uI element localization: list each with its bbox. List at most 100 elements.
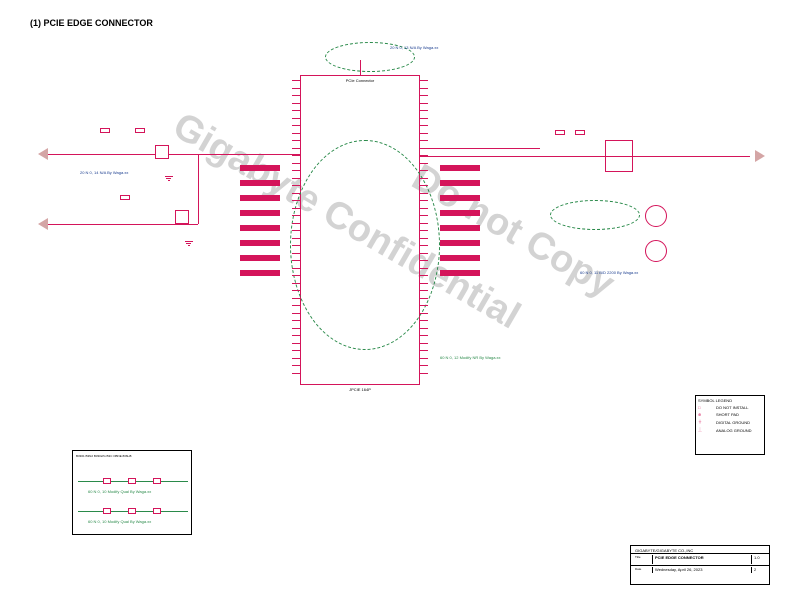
tb-docname: PCIE EDGE CONNECTOR bbox=[653, 555, 752, 564]
pin-left-4 bbox=[292, 110, 300, 111]
pin-left-29 bbox=[292, 298, 300, 299]
bus-r4 bbox=[440, 210, 480, 216]
legend-sym-0: □ bbox=[698, 405, 713, 410]
pin-left-6 bbox=[292, 125, 300, 126]
comp-left-4 bbox=[120, 195, 130, 200]
pin-left-33 bbox=[292, 328, 300, 329]
bus-l7 bbox=[240, 255, 280, 261]
pin-left-7 bbox=[292, 133, 300, 134]
comp-right-2 bbox=[575, 130, 585, 135]
pin-right-13 bbox=[420, 178, 428, 179]
comp-right-1 bbox=[555, 130, 565, 135]
sub-header: B3301 B3N2 B3302/G B3C OBNE 806H8 bbox=[76, 454, 131, 458]
pin-left-36 bbox=[292, 350, 300, 351]
pin-right-22 bbox=[420, 245, 428, 246]
pin-left-26 bbox=[292, 275, 300, 276]
pin-right-33 bbox=[420, 328, 428, 329]
subcircuit-box: B3301 B3N2 B3302/G B3C OBNE 806H8 60 N 0… bbox=[72, 450, 192, 535]
comp-left-1 bbox=[100, 128, 110, 133]
pin-left-3 bbox=[292, 103, 300, 104]
pin-left-31 bbox=[292, 313, 300, 314]
pin-right-34 bbox=[420, 335, 428, 336]
bus-r1 bbox=[440, 165, 480, 171]
pin-right-32 bbox=[420, 320, 428, 321]
pin-left-12 bbox=[292, 170, 300, 171]
pin-right-8 bbox=[420, 140, 428, 141]
bus-r7 bbox=[440, 255, 480, 261]
pin-left-17 bbox=[292, 208, 300, 209]
comp-left-5 bbox=[175, 210, 189, 224]
pin-right-21 bbox=[420, 238, 428, 239]
pin-right-12 bbox=[420, 170, 428, 171]
pin-left-10 bbox=[292, 155, 300, 156]
pin-left-13 bbox=[292, 178, 300, 179]
pin-right-27 bbox=[420, 283, 428, 284]
pin-right-1 bbox=[420, 88, 428, 89]
pin-right-18 bbox=[420, 215, 428, 216]
bus-l4 bbox=[240, 210, 280, 216]
bus-r2 bbox=[440, 180, 480, 186]
pin-left-5 bbox=[292, 118, 300, 119]
pin-left-34 bbox=[292, 335, 300, 336]
pin-right-37 bbox=[420, 358, 428, 359]
pin-left-20 bbox=[292, 230, 300, 231]
pin-left-18 bbox=[292, 215, 300, 216]
pin-right-35 bbox=[420, 343, 428, 344]
note-left: 20 N 0, 14 N/A By Waga.xx bbox=[80, 170, 128, 175]
pin-right-25 bbox=[420, 268, 428, 269]
wire-right-2 bbox=[420, 148, 540, 149]
pin-right-28 bbox=[420, 290, 428, 291]
port-pcie-left-1 bbox=[38, 148, 48, 160]
pin-right-3 bbox=[420, 103, 428, 104]
tb-company: GIGABYTE/GIGABYTE CO.,INC bbox=[633, 547, 695, 552]
pin-left-30 bbox=[292, 305, 300, 306]
pin-right-0 bbox=[420, 80, 428, 81]
ic-name: PCIe Connector bbox=[346, 78, 374, 83]
bus-l8 bbox=[240, 270, 280, 276]
legend-sym-3: ⏊ bbox=[698, 427, 713, 433]
legend-txt-2: DIGITAL GROUND bbox=[716, 420, 750, 425]
pin-left-11 bbox=[292, 163, 300, 164]
note-oval-right bbox=[550, 200, 640, 230]
bus-l3 bbox=[240, 195, 280, 201]
pin-right-39 bbox=[420, 373, 428, 374]
wire-left-v1 bbox=[198, 154, 199, 224]
tb-sheet: 2 bbox=[752, 567, 767, 573]
pin-right-5 bbox=[420, 118, 428, 119]
pin-left-32 bbox=[292, 320, 300, 321]
bus-r8 bbox=[440, 270, 480, 276]
pin-right-20 bbox=[420, 230, 428, 231]
pin-left-28 bbox=[292, 290, 300, 291]
sub-comp-5 bbox=[128, 508, 136, 514]
bus-l2 bbox=[240, 180, 280, 186]
bus-r3 bbox=[440, 195, 480, 201]
ic-ref: JPCIE 164P bbox=[349, 387, 371, 392]
page-title: (1) PCIE EDGE CONNECTOR bbox=[30, 18, 153, 28]
ic-right-2 bbox=[645, 205, 667, 227]
pin-left-0 bbox=[292, 80, 300, 81]
bus-r6 bbox=[440, 240, 480, 246]
wire-left-2 bbox=[48, 224, 198, 225]
pin-left-14 bbox=[292, 185, 300, 186]
note-right: 60 N 0, 11 B/D 2200 By Waga.xx bbox=[580, 270, 638, 275]
ic-right-3 bbox=[645, 240, 667, 262]
pin-left-19 bbox=[292, 223, 300, 224]
legend-sym-1: ⊕ bbox=[698, 412, 713, 417]
bus-l1 bbox=[240, 165, 280, 171]
pin-right-2 bbox=[420, 95, 428, 96]
legend-txt-1: SHORT PAD bbox=[716, 412, 739, 417]
pin-left-37 bbox=[292, 358, 300, 359]
tb-rev: 1.0 bbox=[752, 555, 767, 564]
pin-left-16 bbox=[292, 200, 300, 201]
pin-left-8 bbox=[292, 140, 300, 141]
pin-left-9 bbox=[292, 148, 300, 149]
pin-left-38 bbox=[292, 365, 300, 366]
pin-left-25 bbox=[292, 268, 300, 269]
pin-left-22 bbox=[292, 245, 300, 246]
pin-right-11 bbox=[420, 163, 428, 164]
sub-comp-1 bbox=[103, 478, 111, 484]
sub-comp-3 bbox=[153, 478, 161, 484]
port-pcie-right-1 bbox=[755, 150, 765, 162]
pin-left-24 bbox=[292, 260, 300, 261]
pin-left-21 bbox=[292, 238, 300, 239]
